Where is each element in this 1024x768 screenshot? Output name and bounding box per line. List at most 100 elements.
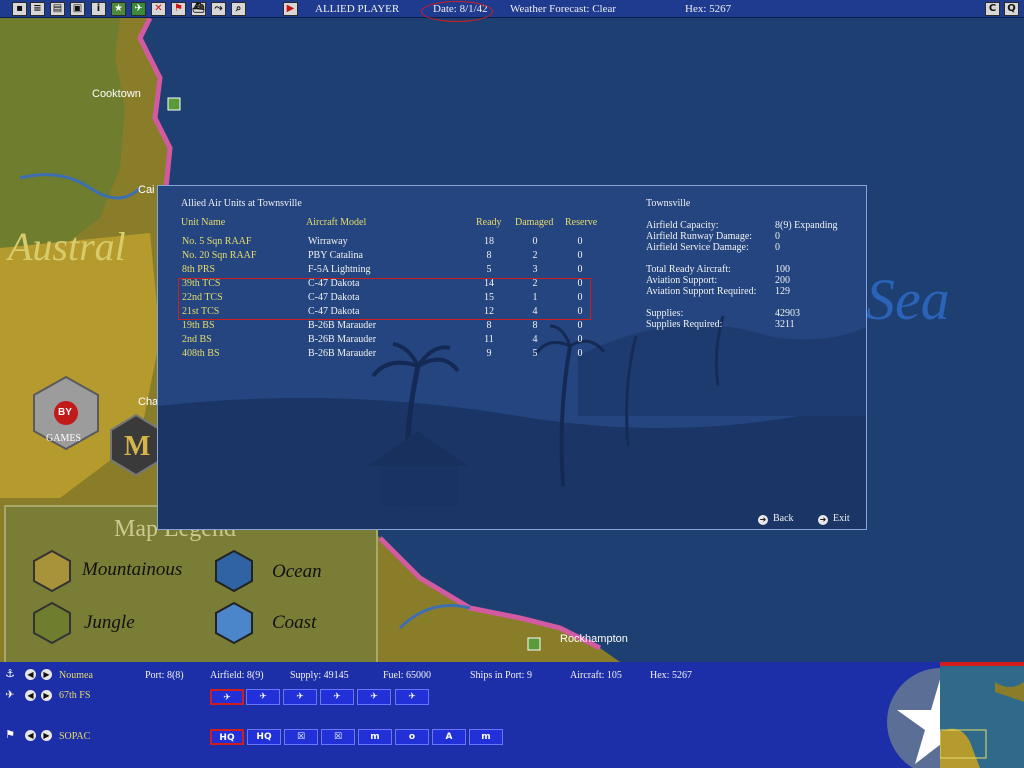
bomber-icon[interactable]: ✈ bbox=[246, 689, 280, 705]
header-unit-name: Unit Name bbox=[181, 217, 226, 228]
next-command-button[interactable]: ▶ bbox=[41, 730, 52, 741]
infantry-slot[interactable]: ☒ bbox=[321, 729, 355, 745]
map-label-sea: Sea bbox=[866, 267, 950, 332]
aircraft-model: B-26B Marauder bbox=[308, 348, 377, 359]
anchor-icon: ⚓ bbox=[5, 667, 15, 680]
c-button[interactable]: C bbox=[985, 2, 1000, 16]
map-label-cairns: Cai bbox=[138, 184, 155, 196]
exit-label: Exit bbox=[833, 513, 850, 524]
hex-label: Hex: 5267 bbox=[685, 3, 732, 15]
info-icon[interactable]: i bbox=[91, 2, 106, 16]
unit-name: 8th PRS bbox=[182, 264, 216, 275]
ready-count: 9 bbox=[486, 348, 492, 359]
prev-air-unit-button[interactable]: ◀ bbox=[25, 690, 36, 701]
aircraft-model: B-26B Marauder bbox=[308, 320, 377, 331]
header-reserve: Reserve bbox=[565, 217, 598, 228]
ready-count: 5 bbox=[486, 264, 492, 275]
mini-map[interactable] bbox=[940, 662, 1024, 768]
flag-icon: ⚑ bbox=[5, 728, 15, 741]
unit-name: No. 20 Sqn RAAF bbox=[182, 250, 257, 261]
report-icon[interactable]: ▤ bbox=[50, 2, 65, 16]
engineer-slot[interactable]: m bbox=[358, 729, 392, 745]
port-value: Port: 8(8) bbox=[145, 670, 184, 681]
back-label: Back bbox=[773, 513, 794, 524]
next-base-button[interactable]: ▶ bbox=[41, 669, 52, 680]
seaplane-icon[interactable]: ✈ bbox=[395, 689, 429, 705]
unit-row[interactable]: No. 20 Sqn RAAF PBY Catalina 8 2 0 bbox=[158, 249, 618, 263]
date-highlight bbox=[421, 1, 493, 22]
header-ready: Ready bbox=[476, 217, 502, 228]
route-icon[interactable]: ⤳ bbox=[211, 2, 226, 16]
badge-games-text: GAMES bbox=[46, 433, 82, 444]
air-units-dialog: Allied Air Units at Townsville Unit Name… bbox=[157, 185, 867, 530]
badge-by-text: BY bbox=[58, 407, 72, 418]
flag-icon[interactable]: ⚑ bbox=[171, 2, 186, 16]
hex-value: Hex: 5267 bbox=[650, 670, 692, 681]
map-label-rockhampton: Rockhampton bbox=[560, 633, 628, 645]
map-label-australia: Austral bbox=[8, 224, 126, 269]
ready-count: 18 bbox=[484, 236, 494, 247]
unit-row[interactable]: No. 5 Sqn RAAF Wirraway 18 0 0 bbox=[158, 235, 618, 249]
exit-button[interactable]: ➜ Exit bbox=[818, 513, 850, 525]
reserve-count: 0 bbox=[577, 236, 583, 247]
supply-value: Supply: 49145 bbox=[290, 670, 349, 681]
armor-slot[interactable]: o bbox=[395, 729, 429, 745]
damaged-count: 8 bbox=[532, 320, 538, 331]
header-aircraft-model: Aircraft Model bbox=[306, 217, 367, 228]
reserve-count: 0 bbox=[577, 264, 583, 275]
fighter-icon[interactable]: ✈ bbox=[210, 689, 244, 705]
ready-count: 8 bbox=[486, 250, 492, 261]
legend-coast: Coast bbox=[272, 612, 317, 633]
dialog-title: Allied Air Units at Townsville bbox=[181, 198, 302, 209]
engineer-slot[interactable]: m bbox=[469, 729, 503, 745]
ships-value: Ships in Port: 9 bbox=[470, 670, 532, 681]
player-label: ALLIED PLAYER bbox=[315, 3, 400, 15]
top-toolbar: ▪ ≡ ▤ ▣ i ★ ✈ ✕ ⚑ ⛴ ⤳ ⌕ ▶ ALLIED PLAYER … bbox=[0, 0, 1024, 22]
document-icon[interactable]: ≡ bbox=[30, 2, 45, 16]
prev-base-button[interactable]: ◀ bbox=[25, 669, 36, 680]
ship-icon[interactable]: ⛴ bbox=[191, 2, 206, 16]
legend-ocean: Ocean bbox=[272, 561, 322, 582]
svg-text:M: M bbox=[124, 431, 150, 462]
save-icon[interactable]: ▪ bbox=[12, 2, 27, 16]
command-name: SOPAC bbox=[59, 731, 91, 742]
target-icon[interactable]: ✕ bbox=[151, 2, 166, 16]
back-button[interactable]: ➜ Back bbox=[758, 513, 794, 525]
artillery-slot[interactable]: A bbox=[432, 729, 466, 745]
infantry-slot[interactable]: ☒ bbox=[284, 729, 318, 745]
stat-label: Aviation Support Required: bbox=[646, 286, 757, 297]
star-icon[interactable]: ★ bbox=[111, 2, 126, 16]
next-air-unit-button[interactable]: ▶ bbox=[41, 690, 52, 701]
ready-count: 8 bbox=[486, 320, 492, 331]
ready-count: 11 bbox=[484, 334, 494, 345]
unit-row[interactable]: 2nd BS B-26B Marauder 11 4 0 bbox=[158, 333, 618, 347]
arrow-right-icon: ➜ bbox=[758, 515, 768, 525]
q-button[interactable]: Q bbox=[1004, 2, 1019, 16]
damaged-count: 5 bbox=[532, 348, 538, 359]
bomber-icon[interactable]: ✈ bbox=[283, 689, 317, 705]
base-name: Townsville bbox=[646, 198, 691, 209]
reserve-count: 0 bbox=[577, 334, 583, 345]
hq-slot[interactable]: HQ bbox=[247, 729, 281, 745]
fighter-icon[interactable]: ✈ bbox=[357, 689, 391, 705]
prev-command-button[interactable]: ◀ bbox=[25, 730, 36, 741]
end-turn-icon[interactable]: ▶ bbox=[283, 2, 298, 16]
stat-value: 8(9) Expanding bbox=[775, 220, 838, 231]
transport-rows-highlight bbox=[178, 278, 591, 320]
print-icon[interactable]: ▣ bbox=[70, 2, 85, 16]
allied-star-emblem bbox=[887, 668, 945, 768]
unit-row[interactable]: 408th BS B-26B Marauder 9 5 0 bbox=[158, 347, 618, 361]
unit-name: 2nd BS bbox=[182, 334, 212, 345]
zoom-icon[interactable]: ⌕ bbox=[231, 2, 246, 16]
aircraft-model: B-26B Marauder bbox=[308, 334, 377, 345]
damaged-count: 0 bbox=[532, 236, 538, 247]
hq-slot[interactable]: HQ bbox=[210, 729, 244, 745]
heavy-bomber-icon[interactable]: ✈ bbox=[320, 689, 354, 705]
stat-value: 0 bbox=[775, 242, 780, 253]
aircraft-value: Aircraft: 105 bbox=[570, 670, 622, 681]
unit-row[interactable]: 19th BS B-26B Marauder 8 8 0 bbox=[158, 319, 618, 333]
plane-icon[interactable]: ✈ bbox=[131, 2, 146, 16]
weather-label: Weather Forecast: Clear bbox=[510, 3, 617, 15]
unit-row[interactable]: 8th PRS F-5A Lightning 5 3 0 bbox=[158, 263, 618, 277]
aircraft-model: PBY Catalina bbox=[308, 250, 363, 261]
